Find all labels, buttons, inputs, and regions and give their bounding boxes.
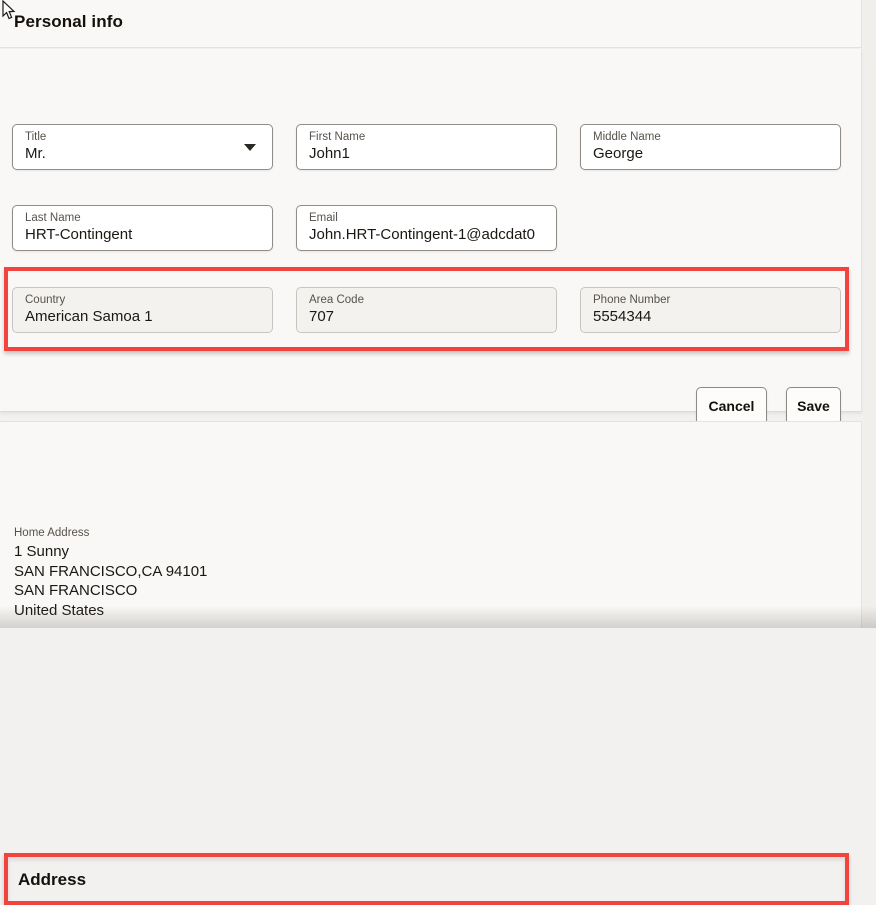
email-value: John.HRT-Contingent-1@adcdat0 [309, 225, 544, 244]
home-address-block: Home Address 1 Sunny SAN FRANCISCO,CA 94… [14, 527, 207, 620]
home-address-line: SAN FRANCISCO,CA 94101 [14, 562, 207, 582]
first-name-label: First Name [309, 130, 544, 144]
chevron-down-icon [244, 144, 256, 151]
title-value: Mr. [25, 144, 260, 163]
personal-info-card: Title Mr. First Name John1 Middle Name G… [0, 49, 862, 412]
cancel-button[interactable]: Cancel [696, 387, 767, 425]
email-label: Email [309, 211, 544, 225]
personal-info-header: Personal info [0, 0, 862, 48]
country-value: American Samoa 1 [25, 307, 260, 326]
phone-number-value: 5554344 [593, 307, 828, 326]
middle-name-label: Middle Name [593, 130, 828, 144]
address-section-title: Address [18, 870, 86, 890]
home-address-line: United States [14, 601, 207, 621]
home-address-label: Home Address [14, 527, 207, 539]
right-gutter [863, 0, 876, 628]
area-code-field[interactable]: Area Code 707 [296, 287, 557, 333]
area-code-label: Area Code [309, 293, 544, 307]
country-field[interactable]: Country American Samoa 1 [12, 287, 273, 333]
middle-name-field[interactable]: Middle Name George [580, 124, 841, 170]
home-address-line: 1 Sunny [14, 542, 207, 562]
phone-number-field[interactable]: Phone Number 5554344 [580, 287, 841, 333]
mouse-cursor-icon [1, 0, 17, 20]
middle-name-value: George [593, 144, 828, 163]
save-button[interactable]: Save [786, 387, 841, 425]
home-address-line: SAN FRANCISCO [14, 581, 207, 601]
address-heading-highlight-box: Address [4, 853, 849, 905]
title-label: Title [25, 130, 260, 144]
first-name-field[interactable]: First Name John1 [296, 124, 557, 170]
last-name-field[interactable]: Last Name HRT-Contingent [12, 205, 273, 251]
email-field[interactable]: Email John.HRT-Contingent-1@adcdat0 [296, 205, 557, 251]
page-title: Personal info [14, 12, 123, 32]
phone-number-label: Phone Number [593, 293, 828, 307]
last-name-label: Last Name [25, 211, 260, 225]
address-card: Address Home Address 1 Sunny SAN FRANCIS… [0, 421, 862, 628]
title-dropdown[interactable]: Title Mr. [12, 124, 273, 170]
country-label: Country [25, 293, 260, 307]
area-code-value: 707 [309, 307, 544, 326]
first-name-value: John1 [309, 144, 544, 163]
last-name-value: HRT-Contingent [25, 225, 260, 244]
